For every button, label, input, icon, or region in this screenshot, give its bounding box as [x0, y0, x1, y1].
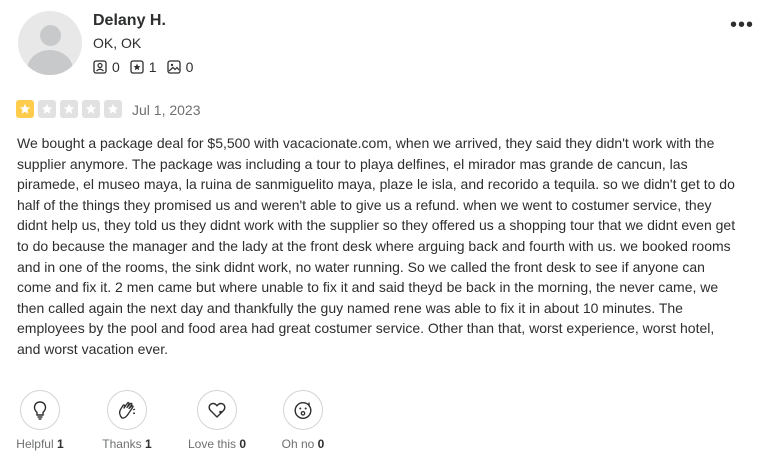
- rating-star-icon: [82, 100, 100, 118]
- reviews-count: 1: [148, 59, 157, 75]
- thanks-button[interactable]: Thanks 1: [82, 390, 172, 451]
- oh-no-button[interactable]: Oh no 0: [258, 390, 348, 451]
- star-rating: [16, 100, 126, 118]
- love-this-label: Love this 0: [172, 437, 262, 451]
- photos-stat: 0: [166, 59, 194, 75]
- oh-no-label: Oh no 0: [258, 437, 348, 451]
- photos-count: 0: [185, 59, 194, 75]
- friends-stat: 0: [93, 59, 120, 75]
- rating-star-icon: [60, 100, 78, 118]
- helpful-text: Helpful: [16, 437, 54, 451]
- love-this-count: 0: [239, 437, 247, 451]
- oh-no-circle: [283, 390, 323, 430]
- thanks-circle: [107, 390, 147, 430]
- rating-star-icon: [38, 100, 56, 118]
- helpful-circle: [20, 390, 60, 430]
- reviewer-stats: 0 1 0: [93, 59, 203, 75]
- love-this-button[interactable]: Love this 0: [172, 390, 262, 451]
- friends-count: 0: [112, 59, 120, 75]
- surprised-face-icon: [294, 401, 312, 420]
- oh-no-text: Oh no: [281, 437, 315, 451]
- helpful-label: Helpful 1: [0, 437, 85, 451]
- more-options-icon[interactable]: •••: [730, 15, 754, 35]
- review-date: Jul 1, 2023: [132, 102, 201, 118]
- avatar[interactable]: [18, 11, 82, 75]
- review-text: We bought a package deal for $5,500 with…: [17, 135, 736, 357]
- helpful-count: 1: [57, 437, 64, 451]
- thanks-count: 1: [145, 437, 152, 451]
- avatar-head: [40, 25, 61, 46]
- rating-star-icon: [104, 100, 122, 118]
- photo-icon: [166, 60, 181, 74]
- reviewer-location: OK, OK: [93, 35, 142, 51]
- heart-icon: [208, 402, 226, 418]
- reviews-stat: 1: [130, 59, 157, 75]
- friends-icon: [93, 60, 107, 74]
- review-star-icon: [130, 60, 144, 74]
- lightbulb-icon: [33, 401, 47, 420]
- love-this-text: Love this: [187, 437, 236, 451]
- avatar-body: [27, 50, 73, 75]
- thanks-label: Thanks 1: [82, 437, 172, 451]
- thanks-text: Thanks: [102, 437, 142, 451]
- love-this-circle: [197, 390, 237, 430]
- rating-star-icon: [16, 100, 34, 118]
- helpful-button[interactable]: Helpful 1: [0, 390, 85, 451]
- oh-no-count: 0: [317, 437, 325, 451]
- reviewer-name[interactable]: Delany H.: [93, 12, 166, 30]
- clapping-hands-icon: [119, 401, 136, 419]
